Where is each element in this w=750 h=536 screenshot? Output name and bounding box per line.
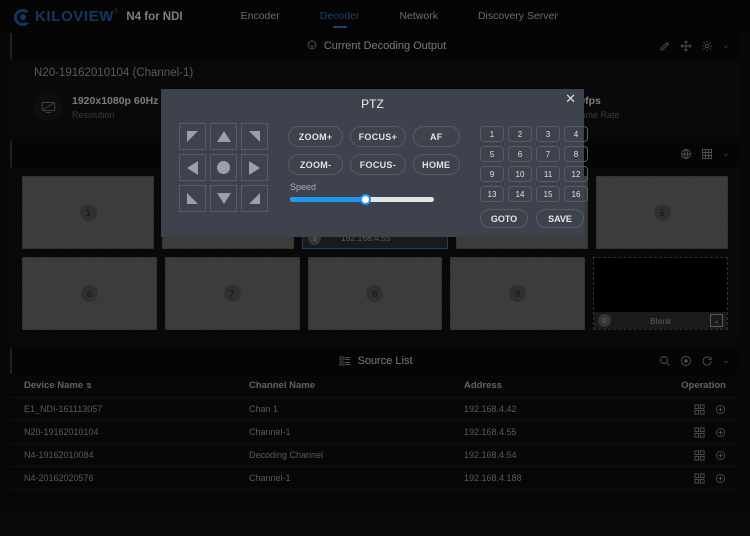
pan-down-left-button[interactable]: [179, 185, 206, 212]
save-preset-button[interactable]: SAVE: [536, 209, 584, 228]
preset-button-15[interactable]: 15: [536, 186, 560, 202]
preset-button-4[interactable]: 4: [564, 126, 588, 142]
ptz-dialog-title: PTZ: [361, 97, 384, 111]
focus-in-button[interactable]: FOCUS+: [350, 126, 406, 147]
goto-preset-button[interactable]: GOTO: [480, 209, 528, 228]
preset-button-11[interactable]: 11: [536, 166, 560, 182]
arrow-left-icon: [187, 160, 198, 175]
preset-grid: 1 2 3 4 5 6 7 8 9 10 11 12 13 14 15 16: [480, 126, 588, 202]
focus-out-button[interactable]: FOCUS-: [350, 154, 406, 175]
preset-button-8[interactable]: 8: [564, 146, 588, 162]
auto-focus-button[interactable]: AF: [412, 126, 460, 147]
ptz-controls-row-2: ZOOM- FOCUS- HOME: [288, 154, 460, 175]
preset-button-3[interactable]: 3: [536, 126, 560, 142]
modal-overlay: [0, 0, 750, 536]
preset-button-14[interactable]: 14: [508, 186, 532, 202]
preset-button-16[interactable]: 16: [564, 186, 588, 202]
arrow-up-right-icon: [249, 131, 260, 142]
ptz-dialog-body: ZOOM+ FOCUS+ AF ZOOM- FOCUS- HOME Speed: [161, 119, 588, 228]
pan-up-button[interactable]: [210, 123, 237, 150]
circle-icon: [217, 161, 230, 174]
ptz-controls-row-1: ZOOM+ FOCUS+ AF: [288, 126, 460, 147]
pan-down-right-button[interactable]: [241, 185, 268, 212]
preset-button-6[interactable]: 6: [508, 146, 532, 162]
slider-fill: [290, 197, 365, 202]
preset-button-13[interactable]: 13: [480, 186, 504, 202]
speed-slider[interactable]: [290, 194, 434, 205]
preset-button-5[interactable]: 5: [480, 146, 504, 162]
pan-down-button[interactable]: [210, 185, 237, 212]
preset-button-10[interactable]: 10: [508, 166, 532, 182]
ptz-dpad: [179, 123, 268, 228]
home-button[interactable]: HOME: [412, 154, 460, 175]
ptz-controls: ZOOM+ FOCUS+ AF ZOOM- FOCUS- HOME Speed: [288, 123, 460, 228]
preset-actions: GOTO SAVE: [480, 209, 588, 228]
ptz-presets: 1 2 3 4 5 6 7 8 9 10 11 12 13 14 15 16 G…: [480, 123, 588, 228]
slider-knob[interactable]: [359, 194, 371, 205]
pan-up-right-button[interactable]: [241, 123, 268, 150]
zoom-out-button[interactable]: ZOOM-: [288, 154, 344, 175]
arrow-down-icon: [216, 193, 231, 204]
arrow-up-icon: [216, 131, 231, 142]
arrow-down-left-icon: [187, 193, 198, 204]
ptz-dialog: PTZ ✕ ZOOM+ FOCUS+ AF ZOOM- FOCUS- HOME …: [161, 89, 588, 237]
zoom-in-button[interactable]: ZOOM+: [288, 126, 344, 147]
arrow-right-icon: [249, 160, 260, 175]
pan-left-button[interactable]: [179, 154, 206, 181]
preset-button-1[interactable]: 1: [480, 126, 504, 142]
arrow-down-right-icon: [249, 193, 260, 204]
ptz-dialog-header: PTZ ✕: [161, 89, 584, 119]
decoder-page: KILOVIEW ® N4 for NDI Encoder Decoder Ne…: [0, 0, 750, 536]
close-icon[interactable]: ✕: [565, 92, 576, 106]
preset-button-9[interactable]: 9: [480, 166, 504, 182]
pan-up-left-button[interactable]: [179, 123, 206, 150]
preset-button-2[interactable]: 2: [508, 126, 532, 142]
preset-button-7[interactable]: 7: [536, 146, 560, 162]
preset-button-12[interactable]: 12: [564, 166, 588, 182]
arrow-up-left-icon: [187, 131, 198, 142]
speed-label: Speed: [290, 182, 317, 192]
pan-stop-button[interactable]: [210, 154, 237, 181]
pan-right-button[interactable]: [241, 154, 268, 181]
